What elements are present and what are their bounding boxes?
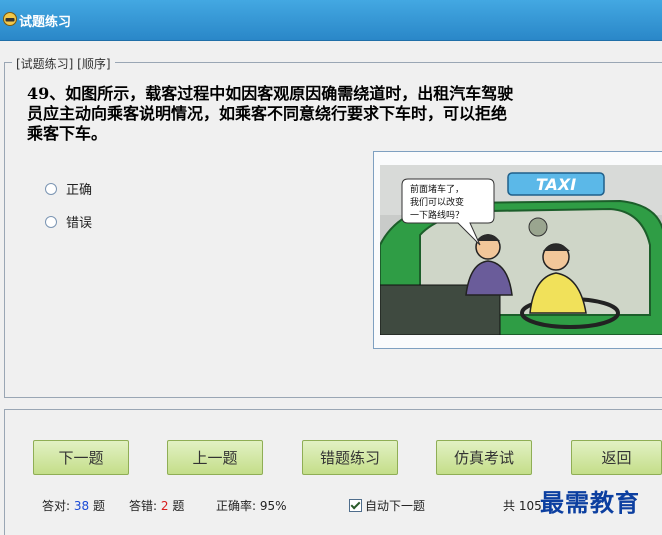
- wrong-practice-button[interactable]: 错题练习: [302, 440, 398, 475]
- wrong-count: 2: [160, 499, 169, 513]
- total-stat: 共 105: [503, 497, 542, 514]
- checkbox-checked-icon[interactable]: [349, 499, 362, 512]
- option-wrong[interactable]: 错误: [45, 212, 92, 231]
- wrong-stat: 答错: 2 题: [129, 497, 184, 514]
- window-title: 试题练习: [19, 15, 72, 30]
- wrong-unit: 题: [172, 499, 185, 513]
- option-correct[interactable]: 正确: [45, 179, 92, 198]
- back-button[interactable]: 返回: [571, 440, 662, 475]
- app-icon: [3, 12, 17, 26]
- accuracy-label: 正确率:: [216, 499, 257, 513]
- prev-question-button[interactable]: 上一题: [167, 440, 263, 475]
- taxi-illustration: TAXI 前面堵车了， 我们可以改变 一下路线吗？: [380, 165, 662, 335]
- question-illustration: TAXI 前面堵车了， 我们可以改变 一下路线吗？: [373, 151, 662, 349]
- next-question-button[interactable]: 下一题: [33, 440, 129, 475]
- question-line-1: 49、如图所示，载客过程中如因客观原因确需绕道时，出租汽车驾驶: [27, 84, 514, 103]
- speech-line-2: 我们可以改变: [410, 196, 464, 208]
- correct-stat: 答对: 38 题: [42, 497, 105, 514]
- auto-next-toggle[interactable]: 自动下一题: [349, 497, 425, 514]
- total-prefix: 共: [503, 499, 516, 513]
- question-text: 49、如图所示，载客过程中如因客观原因确需绕道时，出租汽车驾驶 员应主动向乘客说…: [27, 84, 662, 144]
- mock-exam-button[interactable]: 仿真考试: [436, 440, 532, 475]
- taxi-sign-text: TAXI: [536, 175, 576, 194]
- question-line-3: 乘客下车。: [27, 124, 108, 143]
- auto-next-label: 自动下一题: [365, 499, 426, 513]
- correct-unit: 题: [92, 499, 105, 513]
- radio-icon[interactable]: [45, 216, 57, 228]
- speech-line-1: 前面堵车了，: [410, 183, 464, 195]
- watermark: 最需教育: [540, 488, 640, 517]
- question-line-2: 员应主动向乘客说明情况，如乘客不同意绕行要求下车时，可以拒绝: [27, 104, 508, 123]
- accuracy-stat: 正确率: 95%: [216, 497, 287, 514]
- accuracy-value: 95%: [259, 499, 287, 513]
- title-bar: 试题练习: [0, 0, 662, 41]
- correct-label: 答对:: [42, 499, 71, 513]
- wrong-label: 答错:: [129, 499, 158, 513]
- group-caption: [试题练习] [顺序]: [12, 55, 115, 72]
- radio-icon[interactable]: [45, 183, 57, 195]
- total-value: 105: [518, 499, 542, 513]
- option-correct-label: 正确: [66, 183, 93, 198]
- correct-count: 38: [73, 499, 90, 513]
- option-wrong-label: 错误: [66, 216, 93, 231]
- speech-line-3: 一下路线吗？: [410, 209, 464, 221]
